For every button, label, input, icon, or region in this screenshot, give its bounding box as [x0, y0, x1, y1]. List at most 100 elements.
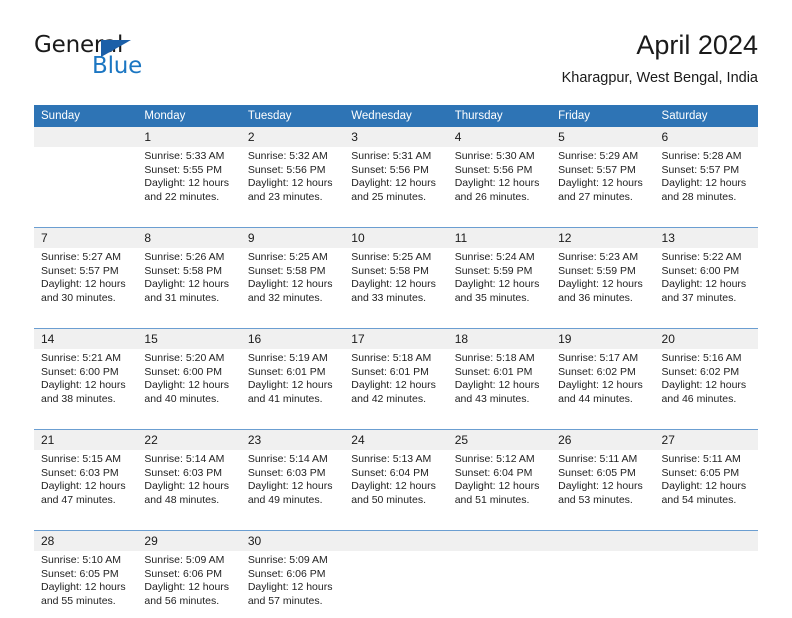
day-number[interactable]: 28 — [34, 531, 138, 551]
day-sunrise-text: Sunrise: 5:20 AM — [144, 352, 225, 364]
day-cell[interactable]: Sunrise: 5:15 AM Sunset: 6:03 PM Daylight:… — [34, 450, 138, 517]
day-cell[interactable]: Sunrise: 5:30 AM Sunset: 5:56 PM Daylight:… — [447, 147, 552, 214]
day-daylight-text: and 48 minutes. — [144, 493, 220, 506]
day-cell[interactable]: Sunrise: 5:09 AM Sunset: 6:06 PM Daylight:… — [137, 551, 241, 618]
day-number[interactable]: 1 — [137, 127, 241, 147]
day-sunrise-text: Sunrise: 5:14 AM — [144, 453, 225, 465]
weekday-header-friday: Friday — [551, 105, 655, 127]
day-daylight-text: Daylight: 12 hours — [41, 278, 126, 291]
day-cell[interactable]: Sunrise: 5:11 AM Sunset: 6:05 PM Daylight:… — [551, 450, 655, 517]
day-daylight-text: and 57 minutes. — [247, 594, 323, 607]
day-number[interactable]: 17 — [344, 329, 448, 349]
day-daylight-text: and 42 minutes. — [351, 392, 426, 405]
weekday-header-row: Sunday Monday Tuesday Wednesday Thursday… — [34, 105, 758, 127]
weekday-header-thursday: Thursday — [447, 105, 552, 127]
day-daylight-text: Daylight: 12 hours — [247, 278, 333, 291]
day-cell[interactable]: Sunrise: 5:11 AM Sunset: 6:05 PM Daylight:… — [654, 450, 758, 517]
day-number[interactable]: 15 — [137, 329, 241, 349]
day-number[interactable]: 10 — [344, 228, 448, 248]
day-number[interactable]: 29 — [137, 531, 241, 551]
day-cell[interactable]: Sunrise: 5:26 AM Sunset: 5:58 PM Daylight:… — [137, 248, 241, 315]
day-number[interactable]: 3 — [344, 127, 448, 147]
day-cell[interactable]: Sunrise: 5:18 AM Sunset: 6:01 PM Daylight:… — [344, 349, 448, 416]
day-number[interactable]: 18 — [447, 329, 552, 349]
day-number[interactable]: 9 — [240, 228, 345, 248]
day-sunrise-text: Sunrise: 5:31 AM — [351, 150, 432, 162]
day-cell-empty — [447, 551, 552, 618]
day-cell[interactable]: Sunrise: 5:20 AM Sunset: 6:00 PM Daylight:… — [137, 349, 241, 416]
day-daylight-text: Daylight: 12 hours — [558, 278, 643, 291]
day-cell[interactable]: Sunrise: 5:21 AM Sunset: 6:00 PM Daylight:… — [34, 349, 138, 416]
day-number[interactable]: 11 — [447, 228, 552, 248]
day-cell[interactable]: Sunrise: 5:25 AM Sunset: 5:58 PM Daylight:… — [344, 248, 448, 315]
day-cell[interactable]: Sunrise: 5:17 AM Sunset: 6:02 PM Daylight:… — [551, 349, 655, 416]
day-cell[interactable]: Sunrise: 5:31 AM Sunset: 5:56 PM Daylight:… — [344, 147, 448, 214]
day-sunrise-text: Sunrise: 5:29 AM — [558, 150, 639, 162]
day-cell[interactable]: Sunrise: 5:29 AM Sunset: 5:57 PM Daylight:… — [551, 147, 655, 214]
day-sunrise-text: Sunrise: 5:09 AM — [247, 554, 328, 566]
day-detail-row: Sunrise: 5:21 AM Sunset: 6:00 PM Daylight:… — [34, 349, 758, 416]
week-gap — [34, 517, 758, 530]
weekday-header-tuesday: Tuesday — [240, 105, 345, 127]
day-number[interactable]: 23 — [240, 430, 345, 450]
day-number[interactable]: 7 — [34, 228, 138, 248]
day-number[interactable]: 26 — [551, 430, 655, 450]
day-cell[interactable]: Sunrise: 5:10 AM Sunset: 6:05 PM Daylight:… — [34, 551, 138, 618]
day-cell[interactable]: Sunrise: 5:28 AM Sunset: 5:57 PM Daylight:… — [654, 147, 758, 214]
day-number[interactable]: 8 — [137, 228, 241, 248]
day-number[interactable]: 21 — [34, 430, 138, 450]
day-cell[interactable]: Sunrise: 5:27 AM Sunset: 5:57 PM Daylight:… — [34, 248, 138, 315]
week-gap-cell — [34, 315, 758, 328]
week-gap-cell — [34, 416, 758, 429]
day-daylight-text: Daylight: 12 hours — [454, 379, 540, 392]
day-number[interactable]: 19 — [551, 329, 655, 349]
day-cell[interactable]: Sunrise: 5:22 AM Sunset: 6:00 PM Daylight:… — [654, 248, 758, 315]
day-cell[interactable]: Sunrise: 5:14 AM Sunset: 6:03 PM Daylight:… — [137, 450, 241, 517]
day-cell[interactable]: Sunrise: 5:12 AM Sunset: 6:04 PM Daylight:… — [447, 450, 552, 517]
day-cell[interactable]: Sunrise: 5:32 AM Sunset: 5:56 PM Daylight:… — [240, 147, 345, 214]
day-number[interactable]: 25 — [447, 430, 552, 450]
day-cell[interactable]: Sunrise: 5:33 AM Sunset: 5:55 PM Daylight:… — [137, 147, 241, 214]
day-number[interactable]: 27 — [654, 430, 758, 450]
day-number-empty — [551, 531, 655, 551]
day-daylight-text: and 28 minutes. — [661, 190, 737, 203]
day-number[interactable]: 6 — [654, 127, 758, 147]
day-cell[interactable]: Sunrise: 5:23 AM Sunset: 5:59 PM Daylight:… — [551, 248, 655, 315]
day-number[interactable]: 12 — [551, 228, 655, 248]
day-number[interactable]: 16 — [240, 329, 345, 349]
day-number[interactable]: 24 — [344, 430, 448, 450]
day-sunrise-text: Sunrise: 5:14 AM — [247, 453, 328, 465]
day-daylight-text: Daylight: 12 hours — [41, 581, 126, 594]
day-cell[interactable]: Sunrise: 5:09 AM Sunset: 6:06 PM Daylight:… — [240, 551, 345, 618]
day-cell[interactable]: Sunrise: 5:13 AM Sunset: 6:04 PM Daylight:… — [344, 450, 448, 517]
day-number[interactable]: 2 — [240, 127, 345, 147]
week-gap — [34, 315, 758, 328]
day-daylight-text: and 32 minutes. — [247, 291, 323, 304]
calendar-page: General Blue April 2024 Kharagpur, West … — [0, 0, 792, 618]
day-sunset-text: Sunset: 6:02 PM — [558, 365, 636, 378]
day-number[interactable]: 14 — [34, 329, 138, 349]
day-number[interactable]: 20 — [654, 329, 758, 349]
calendar-body: 1 2 3 4 5 6 Sunrise: 5:33 AM Sunset: 5:55 PM Day… — [34, 127, 758, 618]
day-cell[interactable]: Sunrise: 5:25 AM Sunset: 5:58 PM Daylight:… — [240, 248, 345, 315]
day-daylight-text: Daylight: 12 hours — [558, 177, 643, 190]
day-number-row: 21 22 23 24 25 26 27 — [34, 430, 758, 450]
day-sunset-text: Sunset: 5:58 PM — [351, 264, 429, 277]
day-number[interactable]: 22 — [137, 430, 241, 450]
day-cell[interactable]: Sunrise: 5:14 AM Sunset: 6:03 PM Daylight:… — [240, 450, 345, 517]
day-number[interactable]: 5 — [551, 127, 655, 147]
day-sunset-text: Sunset: 6:00 PM — [661, 264, 740, 277]
day-cell[interactable]: Sunrise: 5:19 AM Sunset: 6:01 PM Daylight:… — [240, 349, 345, 416]
day-number[interactable]: 30 — [240, 531, 345, 551]
day-cell[interactable]: Sunrise: 5:18 AM Sunset: 6:01 PM Daylight:… — [447, 349, 552, 416]
day-number[interactable]: 13 — [654, 228, 758, 248]
day-daylight-text: and 26 minutes. — [454, 190, 530, 203]
day-number-row: 123456 — [34, 127, 758, 147]
day-daylight-text: and 46 minutes. — [661, 392, 737, 405]
day-number-empty — [344, 531, 448, 551]
day-cell[interactable]: Sunrise: 5:24 AM Sunset: 5:59 PM Daylight:… — [447, 248, 552, 315]
day-number[interactable]: 4 — [447, 127, 552, 147]
day-sunset-text: Sunset: 5:56 PM — [247, 163, 326, 176]
day-daylight-text: Daylight: 12 hours — [351, 379, 436, 392]
day-cell[interactable]: Sunrise: 5:16 AM Sunset: 6:02 PM Daylight:… — [654, 349, 758, 416]
